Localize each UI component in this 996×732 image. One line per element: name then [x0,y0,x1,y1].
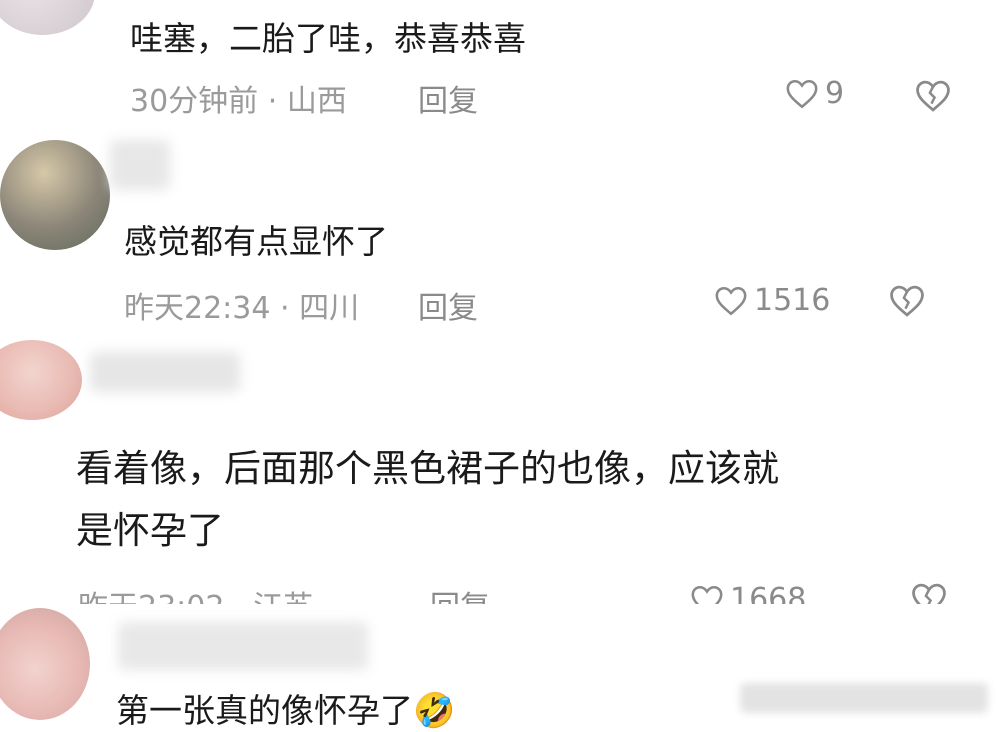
avatar[interactable] [0,0,95,35]
avatar[interactable] [0,140,110,250]
comment-text: 第一张真的像怀孕了🤣 [116,691,456,731]
broken-heart-icon[interactable] [888,284,926,318]
comment-text: 感觉都有点显怀了 [124,222,388,261]
username-blurred [90,352,240,392]
heart-outline-icon [715,286,747,315]
heart-outline-icon [786,79,818,108]
comment-text: 看着像，后面那个黑色裙子的也像，应该就 是怀孕了 [76,447,779,552]
watermark-blurred [740,683,988,713]
laughing-emoji-icon: 🤣 [413,691,456,731]
comment-time: 昨天22:34 · 四川 [124,291,360,326]
like-button[interactable]: 9 [785,76,844,111]
reply-button[interactable]: 回复 [418,283,478,327]
reply-button[interactable]: 回复 [418,76,478,120]
like-count: 1516 [754,283,831,318]
username-blurred [110,140,170,190]
username-blurred [118,622,368,670]
like-count: 9 [825,76,845,111]
comment-text: 哇塞，二胎了哇，恭喜恭喜 [130,19,526,58]
comment-time: 30分钟前 · 山西 [130,84,347,119]
avatar[interactable] [0,340,82,420]
like-button[interactable]: 1516 [714,283,830,318]
broken-heart-icon[interactable] [914,79,952,113]
avatar[interactable] [0,608,90,720]
